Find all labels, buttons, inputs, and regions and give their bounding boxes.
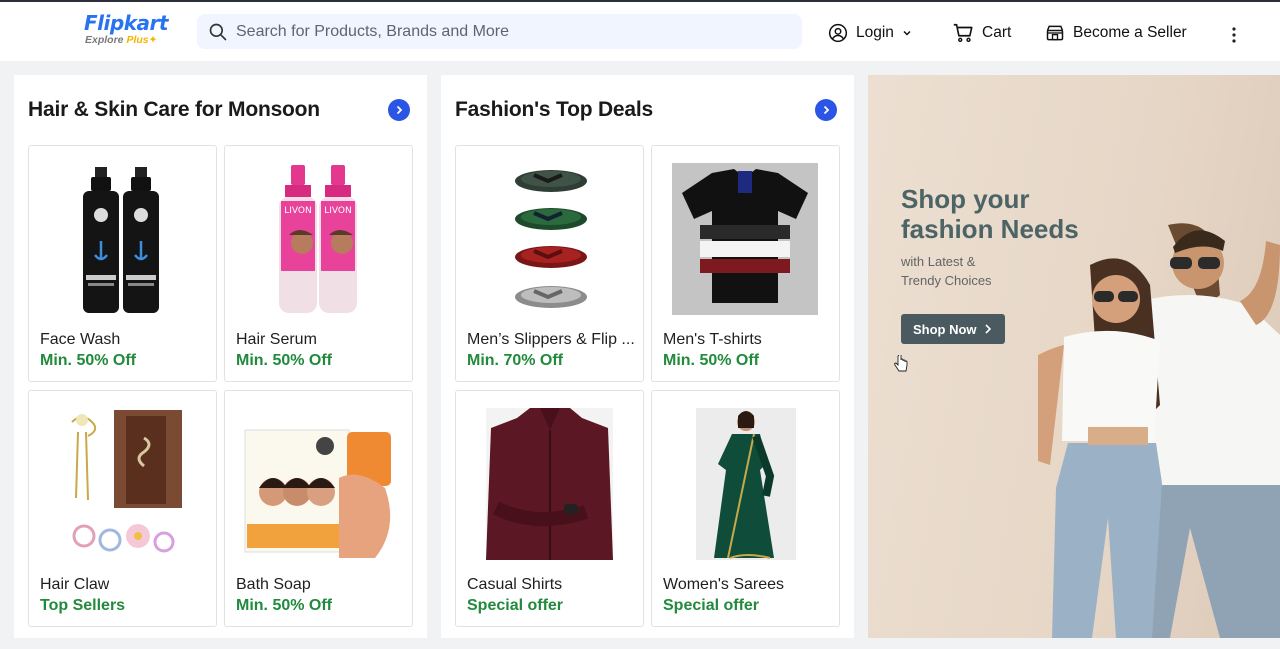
become-seller-button[interactable]: Become a Seller bbox=[1045, 20, 1187, 46]
hand-cursor-icon bbox=[894, 355, 908, 372]
shop-now-button[interactable]: Shop Now bbox=[901, 314, 1005, 344]
hair-claw-image bbox=[71, 410, 182, 553]
product-name: Hair Claw bbox=[40, 576, 110, 593]
casual-shirt-image bbox=[486, 408, 613, 560]
saree-image bbox=[696, 408, 796, 560]
banner-subtitle: with Latest & Trendy Choices bbox=[901, 252, 992, 290]
product-name: Men’s Slippers & Flip ... bbox=[467, 331, 635, 348]
product-card-hair-serum[interactable]: LIVON LIVON Hair Serum Min. 50% Off bbox=[224, 145, 413, 382]
product-card-mens-tshirts[interactable]: Men's T-shirts Min. 50% Off bbox=[651, 145, 840, 382]
product-offer: Min. 50% Off bbox=[663, 352, 760, 369]
bath-soap-image bbox=[244, 429, 391, 558]
section-title: Hair & Skin Care for Monsoon bbox=[28, 98, 320, 121]
section-fashion-top-deals: Fashion's Top Deals Men’s Slippers & Fli… bbox=[441, 75, 854, 638]
cart-button[interactable]: Cart bbox=[952, 20, 1011, 46]
chevron-down-icon bbox=[903, 30, 911, 36]
product-offer: Min. 50% Off bbox=[236, 597, 333, 614]
svg-text:LIVON: LIVON bbox=[324, 206, 351, 216]
product-card-casual-shirts[interactable]: Casual Shirts Special offer bbox=[455, 390, 644, 627]
product-name: Women's Sarees bbox=[663, 576, 785, 593]
product-card-face-wash[interactable]: Face Wash Min. 50% Off bbox=[28, 145, 217, 382]
more-options-button[interactable] bbox=[1224, 22, 1244, 48]
product-card-bath-soap[interactable]: Bath Soap Min. 50% Off bbox=[224, 390, 413, 627]
seller-label: Become a Seller bbox=[1073, 24, 1187, 41]
section-hair-skin-care: Hair & Skin Care for Monsoon Face Wash M… bbox=[14, 75, 427, 638]
product-name: Men's T-shirts bbox=[663, 331, 762, 348]
store-icon bbox=[1046, 25, 1064, 41]
product-name: Casual Shirts bbox=[467, 576, 563, 593]
section-title: Fashion's Top Deals bbox=[455, 98, 654, 121]
product-offer: Min. 50% Off bbox=[40, 352, 137, 369]
product-name: Hair Serum bbox=[236, 331, 317, 348]
product-name: Face Wash bbox=[40, 331, 121, 348]
shop-now-label: Shop Now bbox=[913, 321, 977, 337]
banner-title-line: Shop your bbox=[901, 184, 1030, 214]
slippers-image bbox=[515, 170, 587, 308]
product-offer: Special offer bbox=[663, 597, 760, 614]
user-circle-icon bbox=[828, 23, 848, 43]
search-icon[interactable] bbox=[208, 22, 228, 42]
section-next-button[interactable] bbox=[388, 99, 410, 121]
product-offer: Min. 50% Off bbox=[236, 352, 333, 369]
chevron-right-icon bbox=[396, 105, 403, 115]
banner-subtitle-line: Trendy Choices bbox=[901, 273, 992, 288]
product-card-hair-claw[interactable]: Hair Claw Top Sellers bbox=[28, 390, 217, 627]
banner-title: Shop your fashion Needs bbox=[901, 184, 1079, 244]
flipkart-logo[interactable]: Flipkart Explore Plus✦ bbox=[84, 12, 168, 52]
chevron-right-icon bbox=[823, 105, 830, 115]
kebab-menu-icon bbox=[1232, 27, 1236, 43]
tshirt-image bbox=[672, 163, 818, 315]
search-bar[interactable] bbox=[197, 14, 802, 49]
product-offer: Special offer bbox=[467, 597, 564, 614]
face-wash-image bbox=[83, 167, 159, 313]
login-label: Login bbox=[856, 24, 894, 41]
models-illustration bbox=[1038, 223, 1280, 638]
banner-subtitle-line: with Latest & bbox=[901, 254, 976, 269]
section-next-button[interactable] bbox=[815, 99, 837, 121]
banner-title-line: fashion Needs bbox=[901, 214, 1079, 244]
product-offer: Min. 70% Off bbox=[467, 352, 564, 369]
cart-label: Cart bbox=[982, 24, 1012, 41]
chevron-right-icon bbox=[984, 324, 991, 334]
product-card-mens-slippers[interactable]: Men’s Slippers & Flip ... Min. 70% Off bbox=[455, 145, 644, 382]
cart-icon bbox=[953, 23, 973, 43]
logo-wordmark: Flipkart bbox=[84, 11, 168, 35]
product-offer: Top Sellers bbox=[40, 597, 126, 614]
product-name: Bath Soap bbox=[236, 576, 311, 593]
search-input[interactable] bbox=[236, 14, 786, 49]
product-card-womens-sarees[interactable]: Women's Sarees Special offer bbox=[651, 390, 840, 627]
top-header: Flipkart Explore Plus✦ Login Cart Become… bbox=[0, 0, 1280, 61]
login-button[interactable]: Login bbox=[828, 20, 912, 46]
hair-serum-image: LIVON LIVON bbox=[279, 165, 357, 313]
fashion-promo-banner[interactable]: Shop your fashion Needs with Latest & Tr… bbox=[868, 75, 1280, 638]
svg-text:LIVON: LIVON bbox=[284, 206, 311, 216]
logo-tagline: Explore Plus✦ bbox=[85, 34, 158, 46]
